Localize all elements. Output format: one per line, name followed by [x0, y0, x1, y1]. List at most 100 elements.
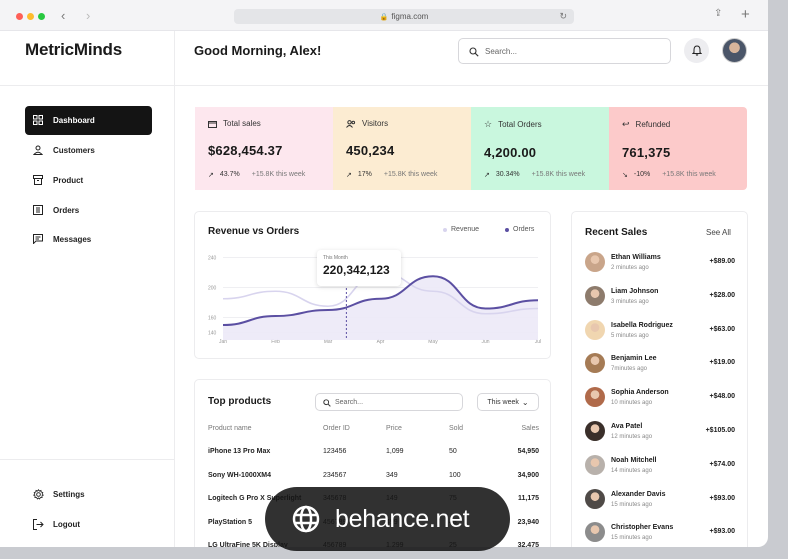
stat-value: 450,234	[346, 143, 395, 158]
sale-amount: +$48.00	[709, 393, 736, 401]
search-input[interactable]: Search...	[458, 38, 671, 64]
page-title: Good Morning, Alex!	[194, 43, 322, 58]
products-search-input[interactable]: Search...	[315, 393, 463, 411]
stat-change: 17%	[357, 171, 372, 178]
sidebar-item-label: Dashboard	[53, 116, 95, 125]
maximize-window-button[interactable]	[38, 13, 45, 20]
avatar	[585, 454, 605, 475]
customer-name: Isabella Rodriguez	[611, 321, 673, 329]
stat-note: +15.8K this week	[531, 171, 586, 178]
close-window-button[interactable]	[16, 13, 23, 20]
column-header[interactable]: Sales	[489, 425, 539, 432]
sale-amount: +$28.00	[709, 291, 736, 299]
minimize-window-button[interactable]	[27, 13, 34, 20]
period-value: This week	[487, 398, 519, 406]
y-tick-label: 200	[208, 286, 217, 292]
top-products-title: Top products	[208, 396, 272, 407]
column-header[interactable]: Price	[386, 425, 426, 432]
period-dropdown[interactable]: This week ⌄	[477, 393, 539, 411]
stat-card-refunded: ↩ Refunded 761,375 ↘ -10% +15.8K this we…	[609, 107, 747, 190]
search-placeholder: Search...	[485, 46, 518, 56]
star-icon: ☆	[484, 119, 493, 129]
bell-icon	[691, 45, 702, 56]
app-logo: MetricMinds	[25, 40, 122, 59]
customer-name: Noah Mitchell	[611, 456, 657, 464]
user-avatar[interactable]	[722, 38, 747, 63]
watermark-text: behance.net	[335, 504, 470, 533]
chart-tooltip: This Month 220,342,123	[317, 250, 401, 286]
sale-amount: +$93.00	[709, 494, 736, 502]
reload-icon[interactable]: ↻	[559, 9, 567, 24]
sidebar-item-label: Messages	[53, 235, 92, 244]
customer-name: Alexander Davis	[611, 490, 666, 498]
trend-up-icon: ↗	[208, 172, 214, 179]
message-icon	[32, 233, 44, 245]
sidebar-item-product[interactable]: Product	[25, 166, 152, 195]
column-header[interactable]: Sold	[449, 425, 479, 432]
behance-watermark: behance.net	[265, 487, 510, 551]
stat-value: $628,454.37	[208, 143, 283, 158]
return-icon: ↩	[622, 119, 630, 129]
browser-toolbar: ‹ › 🔒 figma.com ↻ ⇪ +	[0, 0, 768, 31]
address-bar[interactable]: 🔒 figma.com ↻	[234, 9, 574, 24]
new-tab-icon[interactable]: +	[741, 6, 750, 23]
avatar	[585, 285, 605, 306]
y-tick-label: 160	[208, 316, 217, 322]
sidebar-item-customers[interactable]: Customers	[25, 136, 152, 165]
stat-change: 30.34%	[495, 171, 520, 178]
avatar	[585, 488, 605, 509]
table-cell: iPhone 13 Pro Max	[208, 448, 271, 455]
y-tick-label: 240	[208, 256, 217, 262]
sale-amount: +$19.00	[709, 359, 736, 367]
sale-amount: +$105.00	[705, 427, 735, 434]
globe-icon	[292, 505, 320, 533]
sale-amount: +$93.00	[709, 528, 736, 536]
grid-icon	[32, 114, 44, 126]
column-header[interactable]: Product name	[208, 425, 318, 432]
stat-note: +15.8K this week	[662, 171, 716, 178]
sale-time: 5 minutes ago	[611, 332, 649, 339]
notifications-button[interactable]	[684, 38, 709, 63]
customer-name: Liam Johnson	[611, 287, 659, 295]
gear-icon	[32, 488, 44, 500]
avatar	[585, 421, 605, 441]
sidebar-item-orders[interactable]: Orders	[25, 196, 152, 225]
customer-name: Ava Patel	[611, 423, 643, 430]
sale-time: 15 minutes ago	[611, 535, 653, 542]
column-header[interactable]: Order ID	[323, 425, 373, 432]
table-cell: Sony WH-1000XM4	[208, 471, 272, 479]
sidebar-divider	[0, 85, 175, 86]
sidebar-item-settings[interactable]: Settings	[25, 480, 152, 509]
wallet-icon	[208, 120, 217, 128]
sidebar-item-dashboard[interactable]: Dashboard	[25, 106, 152, 135]
stat-value: 761,375	[622, 145, 671, 160]
trend-up-icon: ↗	[484, 172, 490, 179]
sidebar-item-logout[interactable]: Logout	[25, 510, 152, 539]
sale-time: 3 minutes ago	[611, 298, 649, 305]
sidebar-item-messages[interactable]: Messages	[25, 225, 152, 254]
stat-card-total-sales: Total sales $628,454.37 ↗ 43.7% +15.8K t…	[195, 107, 333, 190]
sidebar-item-label: Orders	[53, 206, 80, 215]
share-icon[interactable]: ⇪	[714, 8, 722, 19]
sidebar-item-label: Logout	[53, 520, 81, 529]
recent-sales-title: Recent Sales	[585, 227, 648, 238]
user-icon	[32, 144, 44, 156]
app-window: ‹ › 🔒 figma.com ↻ ⇪ + MetricMinds Dashboa…	[0, 0, 768, 547]
see-all-link[interactable]: See All	[706, 228, 731, 237]
forward-arrow-icon[interactable]: ›	[86, 8, 90, 23]
trend-down-icon: ↘	[622, 172, 628, 179]
search-placeholder: Search...	[335, 398, 364, 406]
table-cell: 1,099	[386, 448, 404, 455]
line-chart: 240200160140Jan Feb Mar Apr May Jun Jul	[208, 256, 541, 346]
trend-up-icon: ↗	[346, 172, 352, 179]
sidebar-item-label: Customers	[53, 146, 95, 155]
sidebar-item-label: Settings	[53, 490, 85, 499]
sale-time: 15 minutes ago	[611, 501, 653, 508]
table-cell: 349	[386, 471, 398, 479]
sidebar-item-label: Product	[53, 176, 84, 185]
search-icon	[323, 399, 331, 407]
y-tick-label: 140	[208, 331, 217, 337]
stat-title: Total Orders	[498, 120, 542, 129]
sale-time: 14 minutes ago	[611, 467, 653, 474]
back-arrow-icon[interactable]: ‹	[61, 8, 65, 23]
